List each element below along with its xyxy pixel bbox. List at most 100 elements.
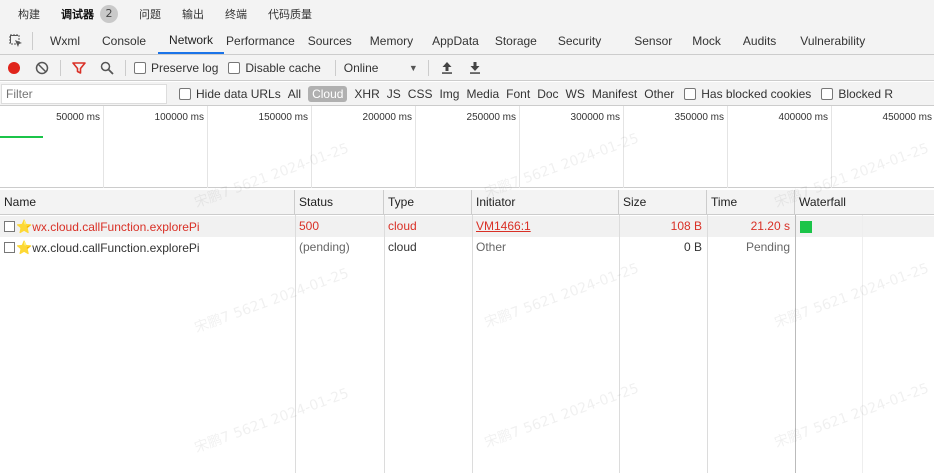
has-blocked-cookies-checkbox[interactable]: Has blocked cookies xyxy=(684,87,811,101)
request-status-cell: 500 xyxy=(299,219,320,233)
overview-gridline xyxy=(103,106,104,188)
table-row[interactable]: ⭐wx.cloud.callFunction.explorePi 500 clo… xyxy=(0,216,934,237)
tab-memory[interactable]: Memory xyxy=(365,28,424,54)
filter-type-font[interactable]: Font xyxy=(506,87,530,101)
disable-cache-checkbox[interactable]: Disable cache xyxy=(228,61,321,75)
tab-network[interactable]: Network xyxy=(158,28,225,54)
clear-button[interactable] xyxy=(28,55,56,81)
record-button[interactable] xyxy=(0,55,28,81)
request-size-cell: 108 B xyxy=(670,219,702,233)
overview-gridline xyxy=(831,106,832,188)
column-header-name[interactable]: Name xyxy=(0,190,295,215)
devtools-panel-tabs: Wxml Console Network Performance Sources… xyxy=(0,28,934,55)
tab-sources[interactable]: Sources xyxy=(308,28,365,54)
top-tab-bar: 构建 调试器 2 问题 输出 终端 代码质量 xyxy=(0,0,934,28)
initiator-link[interactable]: VM1466:1 xyxy=(476,219,531,233)
import-har-button[interactable] xyxy=(433,55,461,81)
export-har-button[interactable] xyxy=(461,55,489,81)
request-initiator-cell: VM1466:1 xyxy=(472,216,619,237)
toolbar-divider xyxy=(125,59,126,76)
star-icon: ⭐ xyxy=(16,219,33,234)
request-type-cell: cloud xyxy=(388,219,417,233)
top-tab-debugger[interactable]: 调试器 2 xyxy=(61,5,118,23)
filter-type-css[interactable]: CSS xyxy=(408,87,433,101)
filter-type-all[interactable]: All xyxy=(288,87,301,101)
overview-tick-label: 200000 ms xyxy=(362,112,412,123)
row-checkbox[interactable] xyxy=(4,221,15,233)
chevron-down-icon: ▼ xyxy=(408,62,418,73)
clear-icon xyxy=(35,61,49,74)
filter-type-cloud[interactable]: Cloud xyxy=(308,85,348,102)
top-tab-build[interactable]: 构建 xyxy=(18,6,40,22)
filter-type-other[interactable]: Other xyxy=(644,87,674,101)
tab-vulnerability[interactable]: Vulnerability xyxy=(787,28,865,54)
checkbox-box xyxy=(684,87,697,100)
column-divider xyxy=(384,215,385,473)
overview-gridline xyxy=(623,106,624,188)
overview-tick-label: 300000 ms xyxy=(570,112,620,123)
top-tab-problems[interactable]: 问题 xyxy=(139,6,161,22)
tab-wxml[interactable]: Wxml xyxy=(33,28,96,54)
filter-type-xhr[interactable]: XHR xyxy=(354,87,379,101)
network-request-table: Name Status Type Initiator Size Time Wat… xyxy=(0,190,934,473)
tab-console[interactable]: Console xyxy=(96,28,158,54)
column-header-type[interactable]: Type xyxy=(384,190,472,215)
filter-input[interactable] xyxy=(1,83,167,104)
overview-tick-label: 350000 ms xyxy=(674,112,724,123)
filter-type-media[interactable]: Media xyxy=(466,87,499,101)
hide-data-urls-checkbox[interactable]: Hide data URLs xyxy=(179,87,281,101)
top-tab-code-quality[interactable]: 代码质量 xyxy=(268,6,312,22)
search-button[interactable] xyxy=(93,55,121,81)
filter-type-ws[interactable]: WS xyxy=(566,87,585,101)
filter-type-manifest[interactable]: Manifest xyxy=(592,87,637,101)
overview-tick-label: 50000 ms xyxy=(56,112,100,123)
preserve-log-checkbox[interactable]: Preserve log xyxy=(134,61,218,75)
overview-tick-label: 400000 ms xyxy=(778,112,828,123)
column-divider xyxy=(707,215,708,473)
top-tab-terminal[interactable]: 终端 xyxy=(225,6,247,22)
inspect-element-icon[interactable] xyxy=(0,32,33,50)
request-initiator-cell: Other xyxy=(476,240,507,254)
column-header-initiator[interactable]: Initiator xyxy=(472,190,619,215)
checkbox-box xyxy=(134,61,146,74)
tab-appdata[interactable]: AppData xyxy=(424,28,492,54)
tab-security[interactable]: Security xyxy=(549,28,622,54)
toolbar-divider xyxy=(334,59,336,76)
overview-gridline xyxy=(519,106,520,188)
filter-type-js[interactable]: JS xyxy=(387,87,401,101)
row-checkbox[interactable] xyxy=(4,242,15,254)
tab-mock[interactable]: Mock xyxy=(683,28,732,54)
tab-storage[interactable]: Storage xyxy=(492,28,549,54)
toolbar-divider xyxy=(427,59,429,76)
overview-gridline xyxy=(311,106,312,188)
column-divider xyxy=(295,215,296,473)
table-row[interactable]: ⭐wx.cloud.callFunction.explorePi (pendin… xyxy=(0,237,934,258)
filter-toggle-button[interactable] xyxy=(65,55,93,81)
download-icon xyxy=(469,62,480,74)
column-header-status[interactable]: Status xyxy=(295,190,384,215)
throttling-select[interactable]: Online ▼ xyxy=(340,61,418,75)
overview-gridline xyxy=(207,106,208,188)
toolbar-divider xyxy=(60,59,61,76)
column-divider xyxy=(795,215,796,473)
network-overview-timeline[interactable]: 50000 ms 100000 ms 150000 ms 200000 ms 2… xyxy=(0,106,934,188)
waterfall-gridline xyxy=(862,215,863,473)
top-tab-output[interactable]: 输出 xyxy=(182,6,204,22)
checkbox-box xyxy=(179,87,191,100)
overview-gridline xyxy=(415,106,416,188)
tab-performance[interactable]: Performance xyxy=(224,28,308,54)
column-divider xyxy=(619,215,620,473)
blocked-requests-checkbox[interactable]: Blocked R xyxy=(821,87,893,101)
network-toolbar: Preserve log Disable cache Online ▼ xyxy=(0,55,934,81)
column-header-size[interactable]: Size xyxy=(619,190,707,215)
tab-audits[interactable]: Audits xyxy=(732,28,787,54)
filter-icon xyxy=(72,61,86,74)
tab-sensor[interactable]: Sensor xyxy=(622,28,683,54)
column-header-time[interactable]: Time xyxy=(707,190,795,215)
filter-type-img[interactable]: Img xyxy=(439,87,459,101)
checkbox-box xyxy=(228,61,241,74)
column-header-waterfall[interactable]: Waterfall xyxy=(795,190,934,215)
debugger-count-badge: 2 xyxy=(100,5,118,23)
filter-type-doc[interactable]: Doc xyxy=(537,87,558,101)
request-type-cell: cloud xyxy=(388,240,417,254)
